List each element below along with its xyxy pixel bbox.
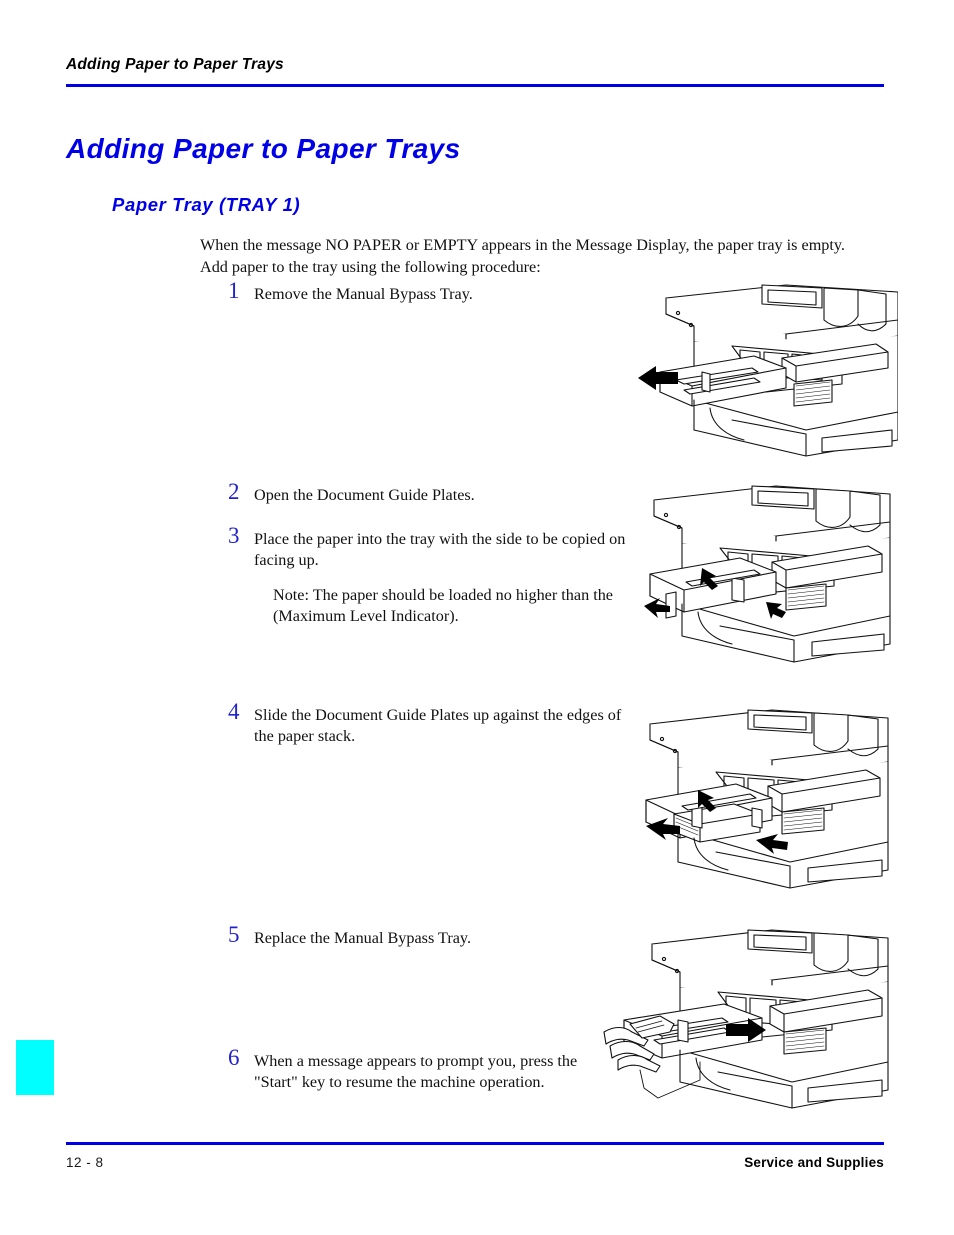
thumb-tab-marker bbox=[16, 1040, 54, 1095]
step-item-6: 6 When a message appears to prompt you, … bbox=[228, 1045, 600, 1093]
copier-line-art bbox=[645, 709, 889, 889]
copier-line-art bbox=[649, 485, 891, 663]
header-rule bbox=[66, 84, 884, 87]
step-number: 4 bbox=[228, 699, 240, 724]
figure-slide-guide-plates bbox=[636, 706, 898, 896]
intro-paragraph: When the message NO PAPER or EMPTY appea… bbox=[200, 236, 845, 277]
step-number: 3 bbox=[228, 523, 240, 548]
section-heading: Paper Tray (TRAY 1) bbox=[112, 194, 301, 216]
copier-line-art bbox=[659, 284, 898, 457]
running-header-text: Adding Paper to Paper Trays bbox=[66, 56, 284, 73]
step-number: 1 bbox=[228, 278, 240, 303]
step-item-4: 4 Slide the Document Guide Plates up aga… bbox=[228, 699, 633, 747]
step-text: Slide the Document Guide Plates up again… bbox=[254, 706, 622, 745]
step-item-5: 5 Replace the Manual Bypass Tray. bbox=[228, 922, 628, 949]
step-number: 5 bbox=[228, 922, 240, 947]
step-note: Note: The paper should be loaded no high… bbox=[273, 586, 613, 625]
figure-open-guide-plates bbox=[636, 478, 898, 666]
step-text: Place the paper into the tray with the s… bbox=[254, 530, 626, 569]
footer-rule bbox=[66, 1142, 884, 1145]
chapter-title: Adding Paper to Paper Trays bbox=[66, 132, 461, 164]
footer-section-label: Service and Supplies bbox=[744, 1155, 884, 1170]
step-text: Replace the Manual Bypass Tray. bbox=[254, 929, 471, 947]
step-text: Open the Document Guide Plates. bbox=[254, 486, 475, 504]
step-number: 2 bbox=[228, 479, 240, 504]
figure-replace-bypass-tray bbox=[600, 928, 900, 1114]
figure-remove-bypass-tray bbox=[636, 280, 898, 460]
step-number: 6 bbox=[228, 1045, 240, 1070]
step-item-2: 2 Open the Document Guide Plates. bbox=[228, 479, 628, 506]
step-text: When a message appears to prompt you, pr… bbox=[254, 1052, 578, 1091]
step-item-1: 1 Remove the Manual Bypass Tray. bbox=[228, 278, 628, 305]
footer-page-number: 12 - 8 bbox=[66, 1155, 104, 1170]
running-header: Adding Paper to Paper Trays bbox=[66, 56, 884, 84]
step-text: Remove the Manual Bypass Tray. bbox=[254, 285, 473, 303]
step-item-3: 3 Place the paper into the tray with the… bbox=[228, 523, 633, 627]
